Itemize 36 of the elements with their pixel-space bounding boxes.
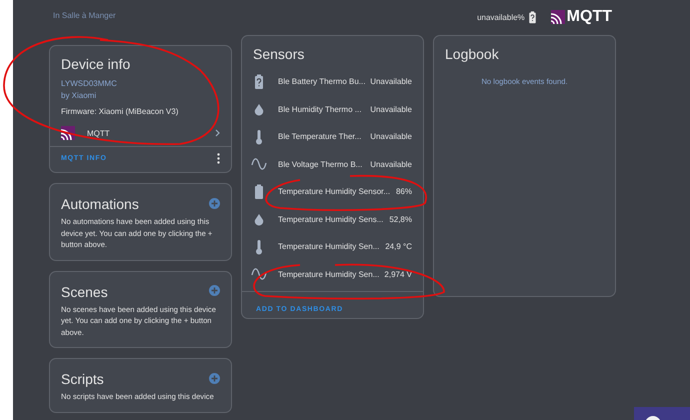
entity-state: 24,9 °C [385, 242, 412, 252]
entity-name[interactable]: Temperature Humidity Sen... [278, 270, 380, 279]
card-title: Logbook [444, 45, 500, 62]
add-button-icon[interactable] [209, 372, 220, 384]
entity-name[interactable]: Ble Humidity Thermo ... [278, 104, 366, 114]
entity-state: 52,8% [389, 214, 412, 224]
entity-name[interactable]: Temperature Humidity Sen... [278, 242, 382, 252]
entity-name[interactable]: Temperature Humidity Sens... [278, 214, 386, 224]
entity-name[interactable]: Ble Battery Thermo Bu... [278, 77, 366, 86]
integration-link[interactable]: MQTT [87, 128, 215, 138]
device-manufacturer: by Xiaomi [61, 90, 98, 102]
entity-state: Unavailable [370, 77, 412, 86]
entity-state: Unavailable [370, 104, 412, 114]
sine-wave-icon [251, 266, 267, 282]
entity-name[interactable]: Ble Temperature Ther... [278, 132, 366, 142]
sine-wave-icon [251, 156, 267, 172]
entity-state: 86% [396, 187, 412, 196]
chevron-right-icon[interactable] [215, 129, 220, 137]
device-model: LYWSD03MMC [61, 78, 118, 90]
entity-state: Unavailable [370, 132, 412, 142]
mqtt-logo-text: MQTT [566, 8, 612, 26]
add-button-icon[interactable] [209, 198, 220, 208]
battery-question-icon [528, 10, 537, 24]
signal-waves-icon [550, 10, 565, 24]
card-title: Sensors [252, 45, 306, 62]
add-button-icon[interactable] [209, 285, 220, 296]
battery-reading: unavailable% [477, 12, 525, 22]
card-title: Scripts [60, 370, 105, 387]
entity-name[interactable]: Ble Voltage Thermo B... [278, 160, 366, 169]
card-title: Device info [60, 55, 132, 72]
more-options-icon[interactable] [217, 153, 220, 164]
card-title: Scenes [60, 282, 109, 300]
card-title: Automations [60, 195, 140, 212]
entity-state: Unavailable [370, 160, 412, 169]
firmware-text: Firmware: Xiaomi (MiBeacon V3) [61, 106, 180, 118]
entity-name[interactable]: Temperature Humidity Sensor... [278, 187, 392, 196]
